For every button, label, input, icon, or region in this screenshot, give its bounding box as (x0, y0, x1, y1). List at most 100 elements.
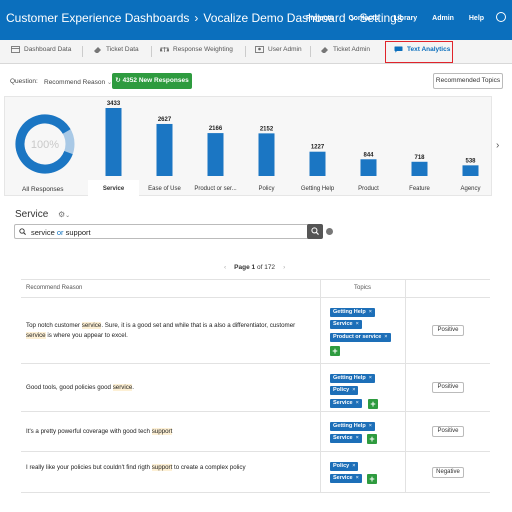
chevron-right-icon[interactable]: › (496, 140, 499, 151)
gear-icon[interactable]: ⚙⌄ (58, 210, 70, 219)
topic-tag[interactable]: Service × (330, 399, 362, 408)
question-label: Question: (10, 78, 38, 85)
category-label[interactable]: Agency (460, 186, 480, 192)
topic-tag[interactable]: Policy × (330, 462, 359, 471)
sentiment-button[interactable]: Positive (432, 426, 464, 437)
table-row: Good tools, good policies good service. G… (21, 364, 490, 412)
nav-contacts[interactable]: Contacts (349, 15, 379, 22)
user-account-icon[interactable] (496, 12, 506, 22)
bar-value-label: 538 (465, 158, 476, 164)
keyword-highlight: service (26, 332, 46, 339)
weight-icon (160, 46, 169, 52)
category-label[interactable]: Getting Help (301, 186, 335, 192)
add-topic-button[interactable]: + (330, 346, 340, 356)
category-label[interactable]: Ease of Use (148, 186, 181, 192)
close-icon[interactable]: × (356, 475, 359, 481)
add-topic-button[interactable]: + (367, 434, 377, 444)
section-title: Service (15, 209, 49, 220)
category-label[interactable]: Policy (258, 186, 274, 192)
donut-value-label: 100% (31, 139, 59, 151)
search-icon (19, 228, 26, 235)
prev-page-icon[interactable]: ‹ (224, 264, 226, 271)
response-text: I really like your policies but couldn't… (26, 463, 311, 473)
bar[interactable] (258, 133, 275, 176)
column-header-topics: Topics (354, 285, 372, 291)
topic-tag[interactable]: Product or service × (330, 333, 391, 342)
search-button[interactable] (307, 224, 323, 239)
pager-total: 172 (264, 264, 276, 271)
topic-tag-label: Getting Help (333, 375, 366, 381)
close-icon[interactable]: × (356, 400, 359, 406)
keyword-highlight: service (81, 322, 102, 329)
search-input[interactable]: service or support (14, 224, 322, 239)
topic-tag[interactable]: Service × (330, 320, 362, 329)
sentiment-button[interactable]: Negative (432, 466, 464, 478)
new-responses-button[interactable]: ↻ 4352 New Responses (112, 73, 192, 89)
bar-value-label: 718 (414, 155, 425, 161)
table-row: It's a pretty powerful coverage with goo… (21, 412, 490, 452)
tab-user-admin[interactable]: User Admin (255, 46, 302, 53)
topic-tag[interactable]: Service × (330, 474, 362, 483)
nav-projects[interactable]: Projects (306, 15, 334, 22)
close-icon[interactable]: × (369, 423, 372, 429)
text-segment: is where you appear to excel. (45, 332, 128, 339)
close-icon[interactable]: × (384, 334, 387, 340)
pager-current: 1 (251, 264, 256, 271)
nav-admin[interactable]: Admin (432, 15, 454, 22)
close-icon[interactable]: × (352, 387, 355, 393)
category-label[interactable]: Service (103, 186, 125, 192)
bar[interactable] (156, 123, 173, 176)
question-select[interactable]: Recommend Reason ⌄ (44, 78, 112, 86)
close-icon[interactable]: × (369, 375, 372, 381)
close-icon[interactable]: × (352, 463, 355, 469)
close-icon[interactable]: × (356, 435, 359, 441)
category-label[interactable]: Product or ser... (194, 186, 237, 192)
topic-tag[interactable]: Policy × (330, 386, 359, 395)
bar[interactable] (411, 161, 428, 176)
bar-value-label: 2152 (260, 126, 274, 132)
sentiment-button[interactable]: Positive (432, 382, 464, 393)
add-topic-button[interactable]: + (367, 474, 377, 484)
bar[interactable] (207, 133, 224, 176)
tab-label: Ticket Admin (333, 46, 370, 53)
tab-label: User Admin (268, 46, 302, 53)
topic-tag-label: Policy (333, 387, 350, 393)
sentiment-button[interactable]: Positive (432, 325, 464, 336)
tab-dashboard-data[interactable]: Dashboard Data (11, 46, 71, 53)
user-icon (255, 46, 264, 53)
topic-tag[interactable]: Service × (330, 434, 362, 443)
top-header: Customer Experience Dashboards › Vocalize … (0, 0, 512, 40)
topic-tag[interactable]: Getting Help × (330, 422, 375, 431)
tab-response-weighting[interactable]: Response Weighting (160, 46, 233, 53)
tab-ticket-data[interactable]: Ticket Data (93, 46, 139, 53)
bar[interactable] (360, 159, 377, 176)
nav-library[interactable]: Library (393, 15, 417, 22)
tab-ticket-admin[interactable]: Ticket Admin (320, 46, 370, 53)
top-nav: Projects Contacts Library Admin Help (293, 12, 506, 23)
search-term: service (31, 228, 55, 237)
topic-tag-label: Service (333, 321, 353, 327)
breadcrumb-dashboards[interactable]: Customer Experience Dashboards (6, 11, 189, 25)
close-icon[interactable]: × (356, 321, 359, 327)
text-segment: Good tools, good policies good (26, 384, 113, 391)
info-icon[interactable] (326, 228, 333, 235)
table-row: Top notch customer service. Sure, it is … (21, 298, 490, 364)
bar[interactable] (462, 165, 479, 176)
topic-tag-label: Getting Help (333, 423, 366, 429)
text-segment: . (132, 384, 135, 391)
topic-tag[interactable]: Getting Help × (330, 308, 375, 317)
add-topic-button[interactable]: + (368, 399, 378, 409)
nav-help[interactable]: Help (469, 15, 484, 22)
bar[interactable] (105, 108, 122, 176)
text-segment: I really like your policies but couldn't… (26, 463, 152, 471)
pagination: ‹ Page 1 of 172 › (216, 264, 293, 271)
category-label[interactable]: Feature (409, 186, 430, 192)
next-page-icon[interactable]: › (283, 264, 285, 271)
bar-value-label: 2627 (158, 117, 172, 123)
close-icon[interactable]: × (369, 309, 372, 315)
recommended-topics-button[interactable]: Recommended Topics (433, 73, 503, 89)
category-label[interactable]: Product (358, 186, 379, 192)
topic-tag[interactable]: Getting Help × (330, 374, 375, 383)
topic-tag-label: Service (333, 475, 353, 481)
bar[interactable] (309, 151, 326, 176)
